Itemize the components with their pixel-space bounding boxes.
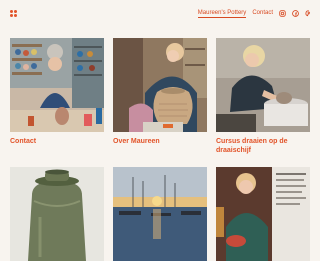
instagram-icon[interactable] bbox=[279, 9, 286, 17]
studio-photo-image bbox=[10, 38, 104, 132]
caption-over-maureen[interactable]: Over Maureen bbox=[113, 137, 209, 146]
green-jar-photo-image bbox=[10, 167, 104, 261]
maureen-photo-image bbox=[113, 38, 207, 132]
pinterest-icon[interactable] bbox=[305, 9, 312, 17]
photo-jar[interactable] bbox=[10, 167, 104, 261]
caption-cursus-draaien[interactable]: Cursus draaien op de draaischijf bbox=[216, 137, 312, 155]
photo-over-maureen[interactable] bbox=[113, 38, 207, 132]
photo-harbour[interactable] bbox=[113, 167, 207, 261]
caption-contact[interactable]: Contact bbox=[10, 137, 106, 146]
magazine-photo-image bbox=[216, 167, 310, 261]
nav-item-contact[interactable]: Contact bbox=[252, 9, 273, 17]
top-nav: Maureen's Pottery Contact bbox=[197, 8, 312, 18]
harbour-sunset-photo-image bbox=[113, 167, 207, 261]
pottery-wheel-photo-image bbox=[216, 38, 310, 132]
nav-item-pottery[interactable]: Maureen's Pottery bbox=[197, 9, 247, 18]
photo-cursus-draaien[interactable] bbox=[216, 38, 310, 132]
photo-contact[interactable] bbox=[10, 38, 104, 132]
facebook-icon[interactable] bbox=[292, 9, 299, 17]
photo-magazine[interactable] bbox=[216, 167, 310, 261]
logo[interactable] bbox=[10, 10, 18, 18]
